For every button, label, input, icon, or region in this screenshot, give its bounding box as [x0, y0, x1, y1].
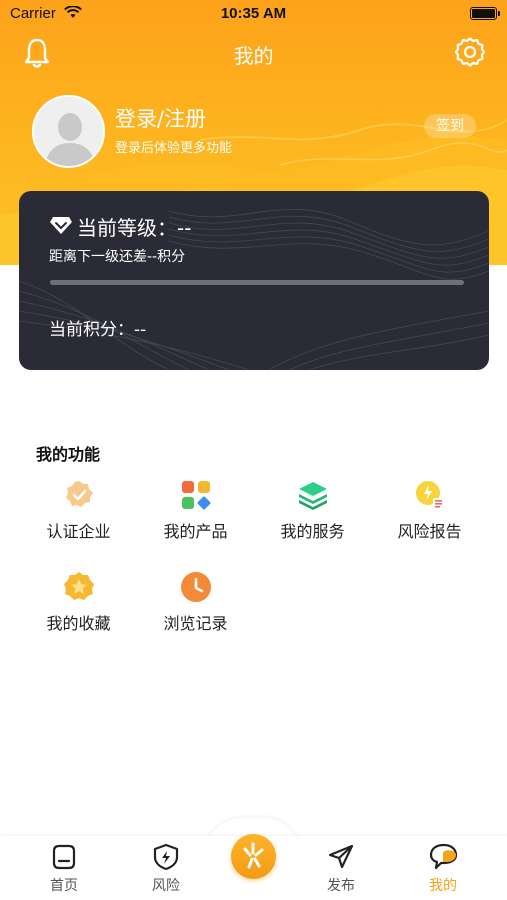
shield-bolt-icon	[153, 843, 179, 871]
tab-risk[interactable]: 风险	[126, 843, 206, 895]
tab-mine[interactable]: 我的	[403, 843, 483, 895]
login-subtitle: 登录后体验更多功能	[115, 141, 233, 156]
profile-chat-icon	[429, 843, 458, 870]
tab-label-active: 我的	[429, 878, 457, 894]
avatar[interactable]	[32, 95, 105, 168]
func-my-favorites[interactable]: 我的收藏	[20, 571, 137, 661]
home-icon	[52, 844, 76, 870]
tab-label: 发布	[327, 878, 355, 894]
risk-report-icon	[416, 481, 444, 509]
checkin-button[interactable]: 签到	[424, 114, 476, 138]
battery-icon	[470, 7, 500, 20]
login-register-link[interactable]: 登录/注册	[115, 103, 206, 133]
func-label: 认证企业	[46, 522, 111, 541]
func-risk-report[interactable]: 风险报告	[371, 479, 488, 569]
center-burst-icon	[243, 842, 264, 869]
level-progress-bar	[50, 280, 464, 285]
service-layers-icon	[299, 482, 327, 510]
page-title: 我的	[233, 44, 274, 68]
func-my-services[interactable]: 我的服务	[254, 479, 371, 569]
func-label: 浏览记录	[163, 614, 228, 633]
tab-home[interactable]: 首页	[24, 843, 104, 895]
tab-publish[interactable]: 发布	[301, 843, 381, 895]
level-card[interactable]: 当前等级：-- 距离下一级还差--积分 当前积分：--	[19, 191, 489, 370]
func-label: 我的收藏	[46, 614, 111, 633]
functions-section-title: 我的功能	[36, 445, 101, 464]
center-publish-button[interactable]	[231, 834, 276, 879]
certified-badge-icon	[66, 481, 93, 507]
diamond-icon	[50, 217, 72, 234]
history-clock-icon	[181, 572, 211, 602]
status-time: 10:35 AM	[220, 5, 287, 22]
status-bar: Carrier 10:35 AM	[0, 0, 507, 28]
paper-plane-icon	[328, 844, 354, 869]
current-level: 当前等级：--	[77, 216, 192, 240]
func-my-products[interactable]: 我的产品	[137, 479, 254, 569]
product-grid-icon	[182, 481, 211, 510]
gear-icon[interactable]	[455, 37, 485, 67]
func-browse-history[interactable]: 浏览记录	[137, 571, 254, 661]
tab-label: 首页	[50, 878, 78, 894]
func-certified-enterprise[interactable]: 认证企业	[20, 479, 137, 569]
func-label: 我的产品	[163, 522, 228, 541]
favorite-star-icon	[64, 572, 94, 600]
func-label: 风险报告	[397, 522, 462, 541]
tab-label: 风险	[152, 878, 180, 894]
next-level-hint: 距离下一级还差--积分	[49, 249, 186, 265]
current-points: 当前积分：--	[49, 320, 147, 340]
func-label: 我的服务	[280, 522, 345, 541]
